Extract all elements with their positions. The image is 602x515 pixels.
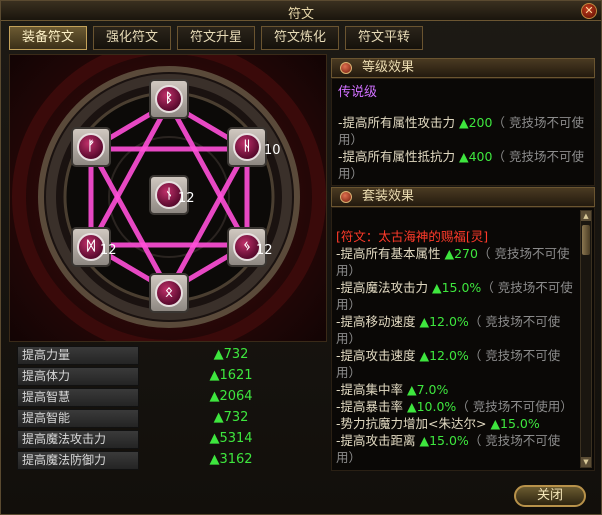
- stat-row: 提高魔法攻击力 ▲5314: [11, 429, 327, 450]
- set-effect-header: 套装效果: [331, 187, 595, 207]
- effect-line: -提高所有属性攻击力 ▲200（ 竞技场不可使用）: [338, 115, 584, 147]
- effect-line: -提高攻击距离 ▲15.0%（ 竞技场不可使用）: [336, 433, 561, 465]
- window-title: 符文: [287, 7, 314, 22]
- grade-label: 传说级: [338, 85, 378, 100]
- rune-count: 12: [256, 243, 273, 258]
- gem-icon: [340, 191, 352, 203]
- scroll-thumb[interactable]: [582, 225, 590, 255]
- stat-label: 提高智慧: [17, 388, 139, 407]
- tab-rune-transfer[interactable]: 符文平转: [345, 26, 423, 50]
- tab-enhance-rune[interactable]: 强化符文: [93, 26, 171, 50]
- level-effect-panel: 传说级 -提高所有属性攻击力 ▲200（ 竞技场不可使用） -提高所有属性抵抗力…: [331, 78, 595, 186]
- stat-row: 提高智慧 ▲2064: [11, 387, 327, 408]
- rune-window: 符文 ✕ 装备符文 强化符文 符文升星 符文炼化 符文平转 ᛒ ᚠ ᚺ 10 ᚾ: [0, 0, 602, 515]
- rune-icon: ᛒ: [155, 85, 183, 113]
- tab-rune-star-up[interactable]: 符文升星: [177, 26, 255, 50]
- stat-value: ▲732: [213, 347, 249, 362]
- rune-circle-panel: ᛒ ᚠ ᚺ 10 ᚾ 12 ᛞ 12 ᛃ 12 ᛟ: [9, 54, 327, 342]
- stat-label: 提高魔法攻击力: [17, 430, 139, 449]
- stat-value: ▲3162: [209, 452, 253, 467]
- stat-label: 提高智能: [17, 409, 139, 428]
- tab-rune-refine[interactable]: 符文炼化: [261, 26, 339, 50]
- effect-line: -提高集中率 ▲7.0%: [336, 382, 449, 397]
- scroll-down-icon[interactable]: ▼: [581, 457, 591, 467]
- effect-line: -提高魔法攻击力 ▲15.0%（ 竞技场不可使用）: [336, 280, 573, 312]
- rune-slot-top[interactable]: ᛒ: [149, 79, 189, 119]
- stat-row: 提高体力 ▲1621: [11, 366, 327, 387]
- rune-count: 10: [264, 143, 281, 158]
- stat-value: ▲2064: [209, 389, 253, 404]
- effect-line: -提高所有基本属性 ▲270（ 竞技场不可使用）: [336, 246, 570, 278]
- set-name: [符文：太古海神的赐福[灵]: [336, 229, 489, 244]
- rune-icon: ᚠ: [77, 133, 105, 161]
- set-effect-panel: [符文：太古海神的赐福[灵] -提高所有基本属性 ▲270（ 竞技场不可使用） …: [331, 207, 595, 471]
- stat-row: 提高智能 ▲732: [11, 408, 327, 429]
- stat-value: ▲732: [213, 410, 249, 425]
- stat-label: 提高体力: [17, 367, 139, 386]
- stat-row: 提高力量 ▲732: [11, 345, 327, 366]
- stat-label: 提高魔法防御力: [17, 451, 139, 470]
- close-button[interactable]: 关闭: [514, 485, 586, 507]
- tab-equip-rune[interactable]: 装备符文: [9, 26, 87, 50]
- stat-value: ▲5314: [209, 431, 253, 446]
- rune-slot-bottom[interactable]: ᛟ: [149, 273, 189, 313]
- title-bar[interactable]: 符文 ✕: [1, 1, 601, 22]
- stat-label: 提高力量: [17, 346, 139, 365]
- gem-icon: [340, 62, 352, 74]
- stats-list: 提高力量 ▲732 提高体力 ▲1621 提高智慧 ▲2064 提高智能 ▲732 提高…: [11, 345, 327, 471]
- effect-line: -势力抗魔力增加<朱达尔> ▲15.0%: [336, 416, 540, 431]
- rune-count: 12: [178, 191, 195, 206]
- scroll-up-icon[interactable]: ▲: [581, 211, 591, 221]
- stat-value: ▲1621: [209, 368, 253, 383]
- rune-icon: ᚺ: [233, 133, 261, 161]
- rune-count: 12: [100, 243, 117, 258]
- close-icon[interactable]: ✕: [581, 3, 597, 19]
- scrollbar[interactable]: ▲ ▼: [580, 210, 592, 468]
- effect-line: -提高攻击速度 ▲12.0%（ 竞技场不可使用）: [336, 348, 561, 380]
- rune-slot-upper-right[interactable]: ᚺ: [227, 127, 267, 167]
- rune-slot-upper-left[interactable]: ᚠ: [71, 127, 111, 167]
- effect-line: -提高所有属性抵抗力 ▲400（ 竞技场不可使用）: [338, 149, 584, 181]
- set-effect-title: 套装效果: [362, 189, 415, 204]
- effect-line: -提高暴击率 ▲10.0%（ 竞技场不可使用）: [336, 399, 573, 414]
- level-effect-title: 等级效果: [362, 60, 415, 75]
- level-effect-header: 等级效果: [331, 58, 595, 78]
- rune-icon: ᛟ: [155, 279, 183, 307]
- stat-row: 提高魔法防御力 ▲3162: [11, 450, 327, 471]
- effect-line: -提高移动速度 ▲12.0%（ 竞技场不可使用）: [336, 314, 561, 346]
